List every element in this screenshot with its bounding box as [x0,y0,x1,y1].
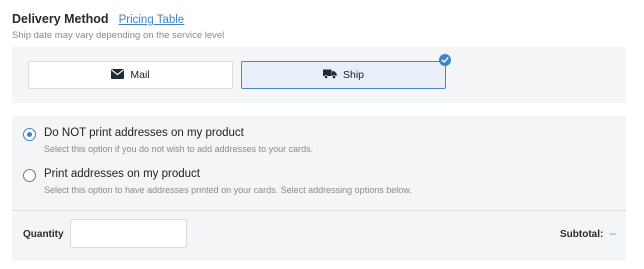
truck-icon [322,69,337,82]
quantity-panel: Quantity Subtotal: -- [12,211,626,261]
delivery-method-panel: Mail Ship [12,47,626,103]
subtotal: Subtotal: -- [560,229,616,240]
pricing-table-link[interactable]: Pricing Table [119,14,185,26]
envelope-icon [111,68,125,82]
subtotal-label: Subtotal: [560,229,604,240]
section-subtitle: Ship date may vary depending on the serv… [12,30,225,41]
mail-option-button[interactable]: Mail [28,61,233,89]
radio-no-print-addresses[interactable] [23,128,36,141]
option-text: Do NOT print addresses on my product Sel… [44,126,313,156]
quantity-input[interactable] [70,219,187,248]
option-description: Select this option if you do not wish to… [44,144,314,154]
radio-selected-dot [27,132,32,137]
ship-option-button[interactable]: Ship [241,54,451,89]
address-options-panel: Do NOT print addresses on my product Sel… [12,116,626,211]
section-title: Delivery Method [12,12,109,26]
option-description: Select this option to have addresses pri… [44,185,412,195]
option-text: Print addresses on my product Select thi… [44,167,412,197]
print-addresses-option[interactable]: Print addresses on my product Select thi… [23,167,412,197]
ship-option-label: Ship [342,69,364,81]
option-label: Print addresses on my product [44,168,200,180]
quantity-label: Quantity [23,229,64,240]
selected-check-icon [439,54,451,66]
no-print-addresses-option[interactable]: Do NOT print addresses on my product Sel… [23,126,313,156]
subtotal-value: -- [609,229,616,240]
delivery-method-header: Delivery Method Pricing Table [12,12,184,30]
radio-print-addresses[interactable] [23,169,36,182]
mail-option-label: Mail [130,69,150,81]
option-label: Do NOT print addresses on my product [44,127,244,139]
